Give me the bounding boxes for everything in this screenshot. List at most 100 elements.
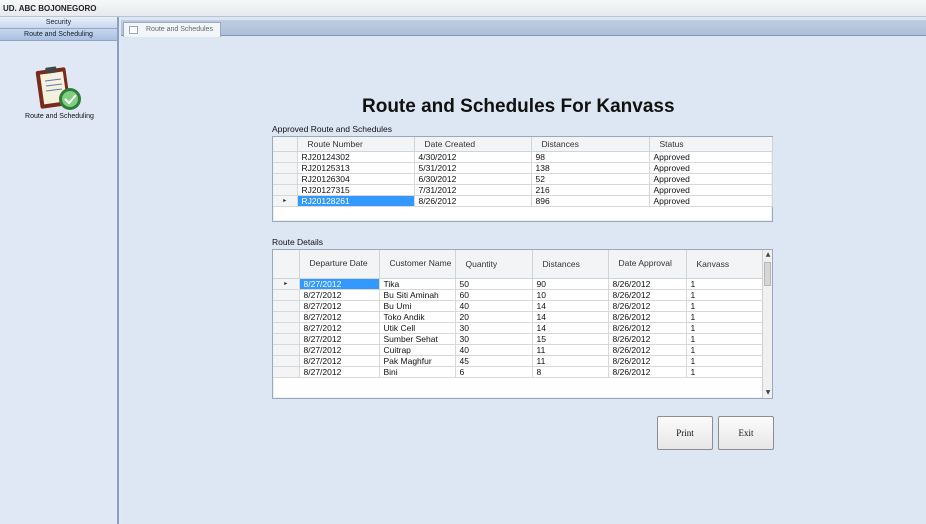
row-header[interactable] (273, 300, 300, 312)
details-row[interactable]: 8/27/2012 Bu Umi 40 14 8/26/2012 1 (273, 300, 763, 312)
details-col-date-approval[interactable]: Date Approval (608, 250, 687, 279)
cell-distances[interactable]: 10 (532, 289, 609, 301)
cell-date-approval[interactable]: 8/26/2012 (608, 322, 687, 334)
cell-quantity[interactable]: 45 (455, 355, 533, 367)
cell-departure-date[interactable]: 8/27/2012 (299, 322, 380, 334)
cell-departure-date[interactable]: 8/27/2012 (299, 289, 380, 301)
approved-row[interactable]: RJ20125313 5/31/2012 138 Approved (273, 162, 773, 174)
details-col-departure-date[interactable]: Departure Date (299, 250, 380, 279)
cell-date-approval[interactable]: 8/26/2012 (608, 278, 687, 290)
cell-route-number[interactable]: RJ20125313 (297, 162, 415, 174)
cell-status[interactable]: Approved (649, 162, 773, 174)
cell-kanvass[interactable]: 1 (686, 333, 763, 345)
approved-row[interactable]: RJ20126304 6/30/2012 52 Approved (273, 173, 773, 185)
cell-quantity[interactable]: 6 (455, 366, 533, 378)
details-col-customer-name[interactable]: Customer Name (379, 250, 456, 279)
row-header[interactable] (273, 355, 300, 367)
cell-date-created[interactable]: 5/31/2012 (414, 162, 532, 174)
cell-customer-name[interactable]: Tika (379, 278, 456, 290)
row-header[interactable] (273, 184, 298, 196)
cell-kanvass[interactable]: 1 (686, 278, 763, 290)
cell-route-number[interactable]: RJ20127315 (297, 184, 415, 196)
exit-button[interactable]: Exit (718, 416, 774, 450)
cell-status[interactable]: Approved (649, 195, 773, 207)
scroll-thumb[interactable] (764, 262, 771, 286)
cell-distances[interactable]: 52 (531, 173, 650, 185)
cell-customer-name[interactable]: Pak Maghfur (379, 355, 456, 367)
details-row[interactable]: 8/27/2012 Utik Cell 30 14 8/26/2012 1 (273, 322, 763, 334)
cell-kanvass[interactable]: 1 (686, 289, 763, 301)
cell-customer-name[interactable]: Bu Siti Aminah (379, 289, 456, 301)
scroll-up-icon[interactable]: ▲ (763, 250, 773, 260)
cell-departure-date[interactable]: 8/27/2012 (299, 278, 380, 290)
cell-status[interactable]: Approved (649, 173, 773, 185)
scroll-down-icon[interactable]: ▼ (763, 388, 773, 398)
cell-quantity[interactable]: 30 (455, 322, 533, 334)
cell-date-approval[interactable]: 8/26/2012 (608, 311, 687, 323)
row-header[interactable] (273, 162, 298, 174)
cell-distances[interactable]: 138 (531, 162, 650, 174)
approved-row[interactable]: RJ20127315 7/31/2012 216 Approved (273, 184, 773, 196)
cell-departure-date[interactable]: 8/27/2012 (299, 366, 380, 378)
details-row[interactable]: 8/27/2012 Sumber Sehat 30 15 8/26/2012 1 (273, 333, 763, 345)
approved-row-selected[interactable]: ▸ RJ20128261 8/26/2012 896 Approved (273, 195, 773, 207)
cell-distances[interactable]: 15 (532, 333, 609, 345)
print-button[interactable]: Print (657, 416, 713, 450)
cell-kanvass[interactable]: 1 (686, 344, 763, 356)
approved-grid[interactable]: Route Number Date Created Distances Stat… (272, 136, 773, 222)
cell-distances[interactable]: 14 (532, 322, 609, 334)
details-col-quantity[interactable]: Quantity (455, 250, 533, 279)
cell-date-approval[interactable]: 8/26/2012 (608, 333, 687, 345)
cell-date-approval[interactable]: 8/26/2012 (608, 355, 687, 367)
cell-date-approval[interactable]: 8/26/2012 (608, 344, 687, 356)
details-row[interactable]: 8/27/2012 Pak Maghfur 45 11 8/26/2012 1 (273, 355, 763, 367)
cell-customer-name[interactable]: Bu Umi (379, 300, 456, 312)
approved-col-distances[interactable]: Distances (531, 137, 650, 152)
cell-kanvass[interactable]: 1 (686, 366, 763, 378)
cell-date-created[interactable]: 7/31/2012 (414, 184, 532, 196)
details-row[interactable]: 8/27/2012 Toko Andik 20 14 8/26/2012 1 (273, 311, 763, 323)
sidebar-item-security[interactable]: Security (0, 17, 117, 29)
cell-departure-date[interactable]: 8/27/2012 (299, 300, 380, 312)
cell-distances[interactable]: 8 (532, 366, 609, 378)
cell-date-created[interactable]: 8/26/2012 (414, 195, 532, 207)
cell-quantity[interactable]: 60 (455, 289, 533, 301)
cell-distances[interactable]: 11 (532, 355, 609, 367)
details-row[interactable]: 8/27/2012 Bini 6 8 8/26/2012 1 (273, 366, 763, 378)
cell-route-number[interactable]: RJ20128261 (297, 195, 415, 207)
cell-date-created[interactable]: 4/30/2012 (414, 151, 532, 163)
cell-quantity[interactable]: 40 (455, 344, 533, 356)
cell-quantity[interactable]: 40 (455, 300, 533, 312)
cell-quantity[interactable]: 30 (455, 333, 533, 345)
row-header[interactable] (273, 151, 298, 163)
cell-distances[interactable]: 90 (532, 278, 609, 290)
cell-date-approval[interactable]: 8/26/2012 (608, 366, 687, 378)
row-header[interactable] (273, 366, 300, 378)
row-header[interactable] (273, 289, 300, 301)
cell-route-number[interactable]: RJ20124302 (297, 151, 415, 163)
cell-kanvass[interactable]: 1 (686, 311, 763, 323)
details-vertical-scrollbar[interactable]: ▲ ▼ (762, 250, 772, 398)
current-row-marker-icon[interactable]: ▸ (273, 195, 298, 207)
cell-route-number[interactable]: RJ20126304 (297, 173, 415, 185)
cell-distances[interactable]: 11 (532, 344, 609, 356)
row-header[interactable] (273, 333, 300, 345)
cell-kanvass[interactable]: 1 (686, 322, 763, 334)
current-row-marker-icon[interactable]: ▸ (273, 278, 300, 290)
cell-distances[interactable]: 14 (532, 300, 609, 312)
approved-col-route-number[interactable]: Route Number (297, 137, 415, 152)
cell-distances[interactable]: 896 (531, 195, 650, 207)
cell-distances[interactable]: 98 (531, 151, 650, 163)
cell-customer-name[interactable]: Utik Cell (379, 322, 456, 334)
row-header[interactable] (273, 173, 298, 185)
cell-customer-name[interactable]: Bini (379, 366, 456, 378)
sidebar-item-route-and-scheduling[interactable]: Route and Scheduling (0, 29, 117, 41)
details-col-distances[interactable]: Distances (532, 250, 609, 279)
cell-customer-name[interactable]: Sumber Sehat (379, 333, 456, 345)
details-col-kanvass[interactable]: Kanvass (686, 250, 763, 279)
clipboard-schedule-icon[interactable] (34, 63, 86, 113)
approved-col-status[interactable]: Status (649, 137, 773, 152)
cell-date-approval[interactable]: 8/26/2012 (608, 289, 687, 301)
tab-route-and-schedules[interactable]: Route and Schedules (123, 22, 221, 37)
cell-departure-date[interactable]: 8/27/2012 (299, 311, 380, 323)
